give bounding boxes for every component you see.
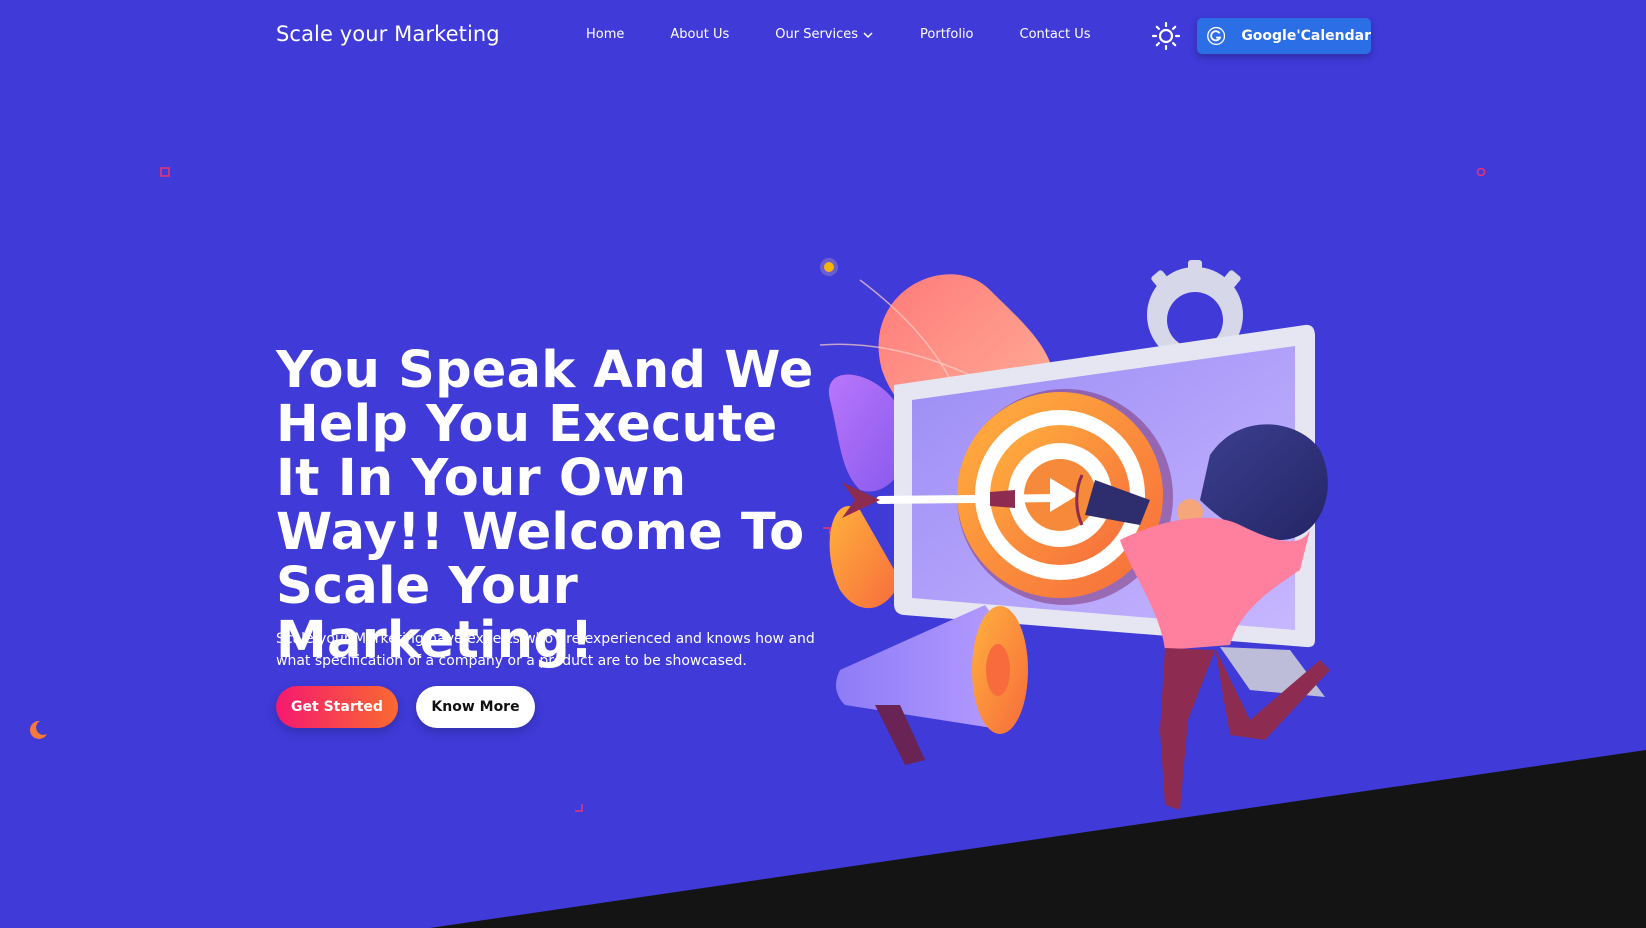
brand-logo-text[interactable]: Scale your Marketing — [276, 22, 500, 46]
nav-about-us[interactable]: About Us — [670, 27, 729, 42]
hero-title: You Speak And We Help You Execute It In … — [276, 341, 814, 670]
know-more-button[interactable]: Know More — [416, 686, 535, 728]
sun-icon — [1151, 21, 1181, 51]
nav-home[interactable]: Home — [586, 27, 624, 42]
nav-our-services-label: Our Services — [775, 27, 859, 42]
nav-contact-us[interactable]: Contact Us — [1020, 27, 1091, 42]
decor-square — [160, 167, 170, 177]
theme-toggle[interactable] — [1150, 20, 1182, 52]
nav-our-services[interactable]: Our Services — [775, 27, 874, 42]
marketing-illustration — [820, 260, 1330, 810]
landing-page: Scale your Marketing Home About Us Our S… — [0, 0, 1646, 928]
hero-description: Scale your Marketing have experts who ar… — [276, 631, 815, 669]
nav-portfolio[interactable]: Portfolio — [920, 27, 973, 42]
google-calendar-button[interactable]: Google'Calendar — [1197, 18, 1371, 54]
decor-corner — [575, 804, 583, 812]
google-calendar-label: Google'Calendar — [1241, 28, 1371, 44]
main-nav: Home About Us Our Services Portfolio Con… — [586, 27, 1137, 42]
decor-moon — [29, 720, 47, 739]
chevron-down-icon — [863, 31, 873, 38]
google-icon — [1207, 26, 1226, 46]
get-started-button[interactable]: Get Started — [276, 686, 398, 728]
decor-ring — [1476, 167, 1486, 177]
